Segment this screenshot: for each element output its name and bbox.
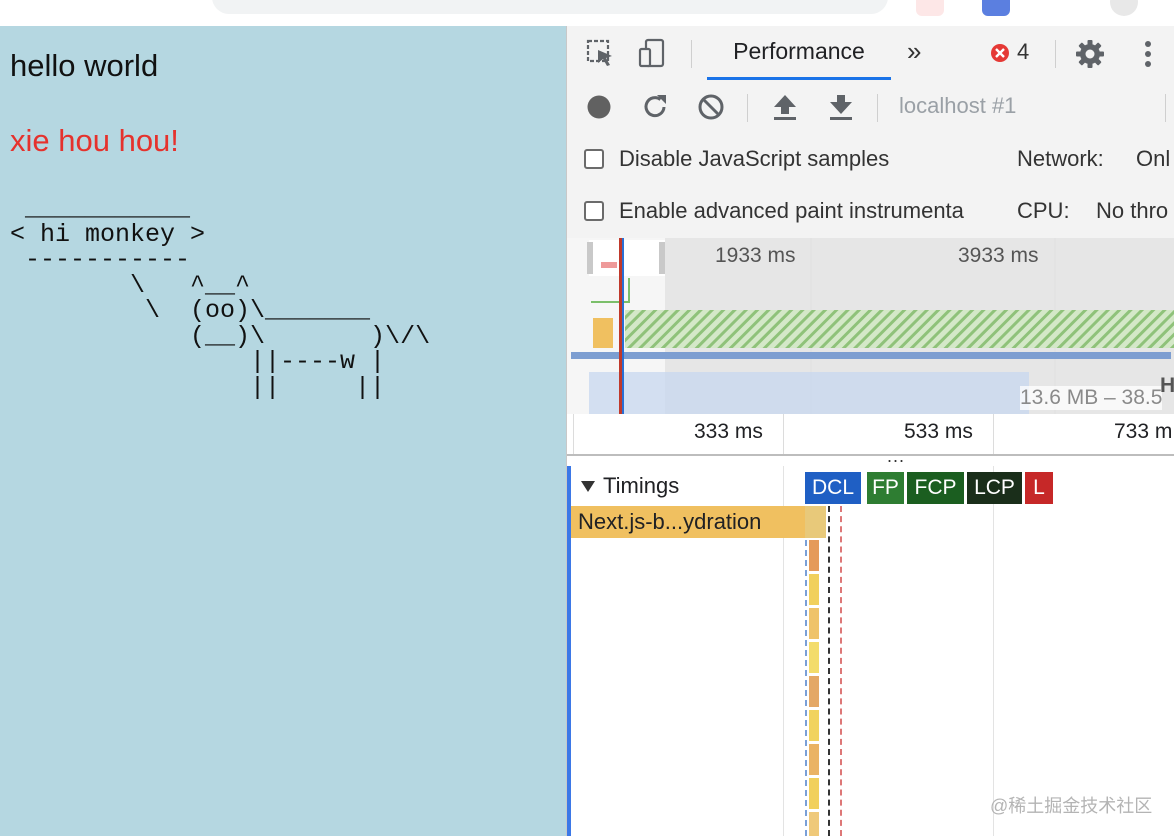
flame-block[interactable] [809,642,819,673]
cowsay-ascii-art: ___________ < hi monkey > ----------- \ … [10,194,431,402]
address-bar[interactable] [212,0,888,14]
record-icon[interactable] [586,94,612,120]
clear-icon[interactable] [697,93,725,121]
timeline-overview[interactable]: 1933 ms 3933 ms 13.6 MB – 38.5 H [567,238,1174,415]
heap-range: 13.6 MB – 38.5 [1020,386,1163,410]
timings-track-header[interactable]: Timings [571,470,784,502]
extension-icon[interactable] [916,0,944,16]
page-viewport: hello world xie hou hou! ___________ < h… [0,26,566,836]
capture-settings: Disable JavaScript samples Network: Onl … [567,134,1174,239]
more-tabs-button[interactable]: » [907,36,921,67]
flame-chart[interactable]: Timings DCL FP FCP LCP L Next.js-b...ydr… [567,466,1174,836]
heap-label: H [1160,374,1174,397]
error-icon[interactable] [990,43,1010,63]
cpu-throttle-label: CPU: [1017,198,1070,223]
disable-js-samples-checkbox[interactable] [584,149,604,169]
overview-tick-1: 1933 ms [715,244,796,267]
device-toolbar-icon[interactable] [637,37,669,69]
lcp-marker[interactable]: LCP [967,472,1022,504]
ruler-tick-733: 733 m [1114,420,1173,443]
nextjs-hydration-label: Next.js-b...ydration [578,509,762,534]
browser-toolbar [0,0,1174,27]
nextjs-hydration-entry[interactable]: Next.js-b...ydration [571,506,805,538]
disable-js-samples-label: Disable JavaScript samples [619,146,890,171]
devtools-panel: Performance » 4 localhost #1 Disable Jav… [566,26,1174,836]
tab-performance-label: Performance [733,38,865,64]
flame-block[interactable] [809,744,819,775]
more-vert-icon[interactable] [1141,39,1155,69]
timings-track-label: Timings [603,473,680,498]
reload-icon[interactable] [640,92,670,122]
performance-toolbar: localhost #1 [567,80,1174,135]
upload-icon[interactable] [771,92,799,122]
devtools-tab-bar: Performance » 4 [567,26,1174,81]
dcl-marker[interactable]: DCL [805,472,861,504]
load-marker[interactable]: L [1025,472,1053,504]
flame-block[interactable] [809,676,819,707]
settings-gear-icon[interactable] [1074,38,1106,70]
error-count[interactable]: 4 [1017,39,1029,65]
ruler-tick-333: 333 ms [694,420,763,443]
timing-entry[interactable] [805,506,826,538]
timeline-ruler: 333 ms 533 ms 733 m [567,414,1174,456]
fp-marker[interactable]: FP [867,472,904,504]
watermark: @稀土掘金技术社区 [990,796,1153,816]
cpu-throttle-select[interactable]: No thro [1096,198,1168,224]
download-icon[interactable] [827,92,855,122]
flame-block[interactable] [809,812,819,836]
page-subheading: xie hou hou! [10,123,179,158]
extension-icon[interactable] [982,0,1010,16]
flame-block[interactable] [809,608,819,639]
enable-paint-instrumentation-label: Enable advanced paint instrumenta [619,198,964,223]
overview-tick-2: 3933 ms [958,244,1039,267]
page-heading: hello world [10,48,159,83]
network-throttle-label: Network: [1017,146,1104,171]
fcp-marker[interactable]: FCP [907,472,964,504]
ruler-tick-533: 533 ms [904,420,973,443]
resize-handle[interactable]: ... [887,446,905,467]
recording-select[interactable]: localhost #1 [899,93,1016,119]
flame-block[interactable] [809,778,819,809]
profile-avatar[interactable] [1110,0,1138,16]
tab-performance[interactable]: Performance [707,26,891,80]
inspect-element-icon[interactable] [585,38,615,68]
flame-block[interactable] [809,710,819,741]
expand-triangle-icon[interactable] [581,481,595,492]
enable-paint-instrumentation-checkbox[interactable] [584,201,604,221]
network-throttle-select[interactable]: Onl [1136,146,1170,172]
flame-block[interactable] [809,574,819,605]
flame-block[interactable] [809,540,819,571]
